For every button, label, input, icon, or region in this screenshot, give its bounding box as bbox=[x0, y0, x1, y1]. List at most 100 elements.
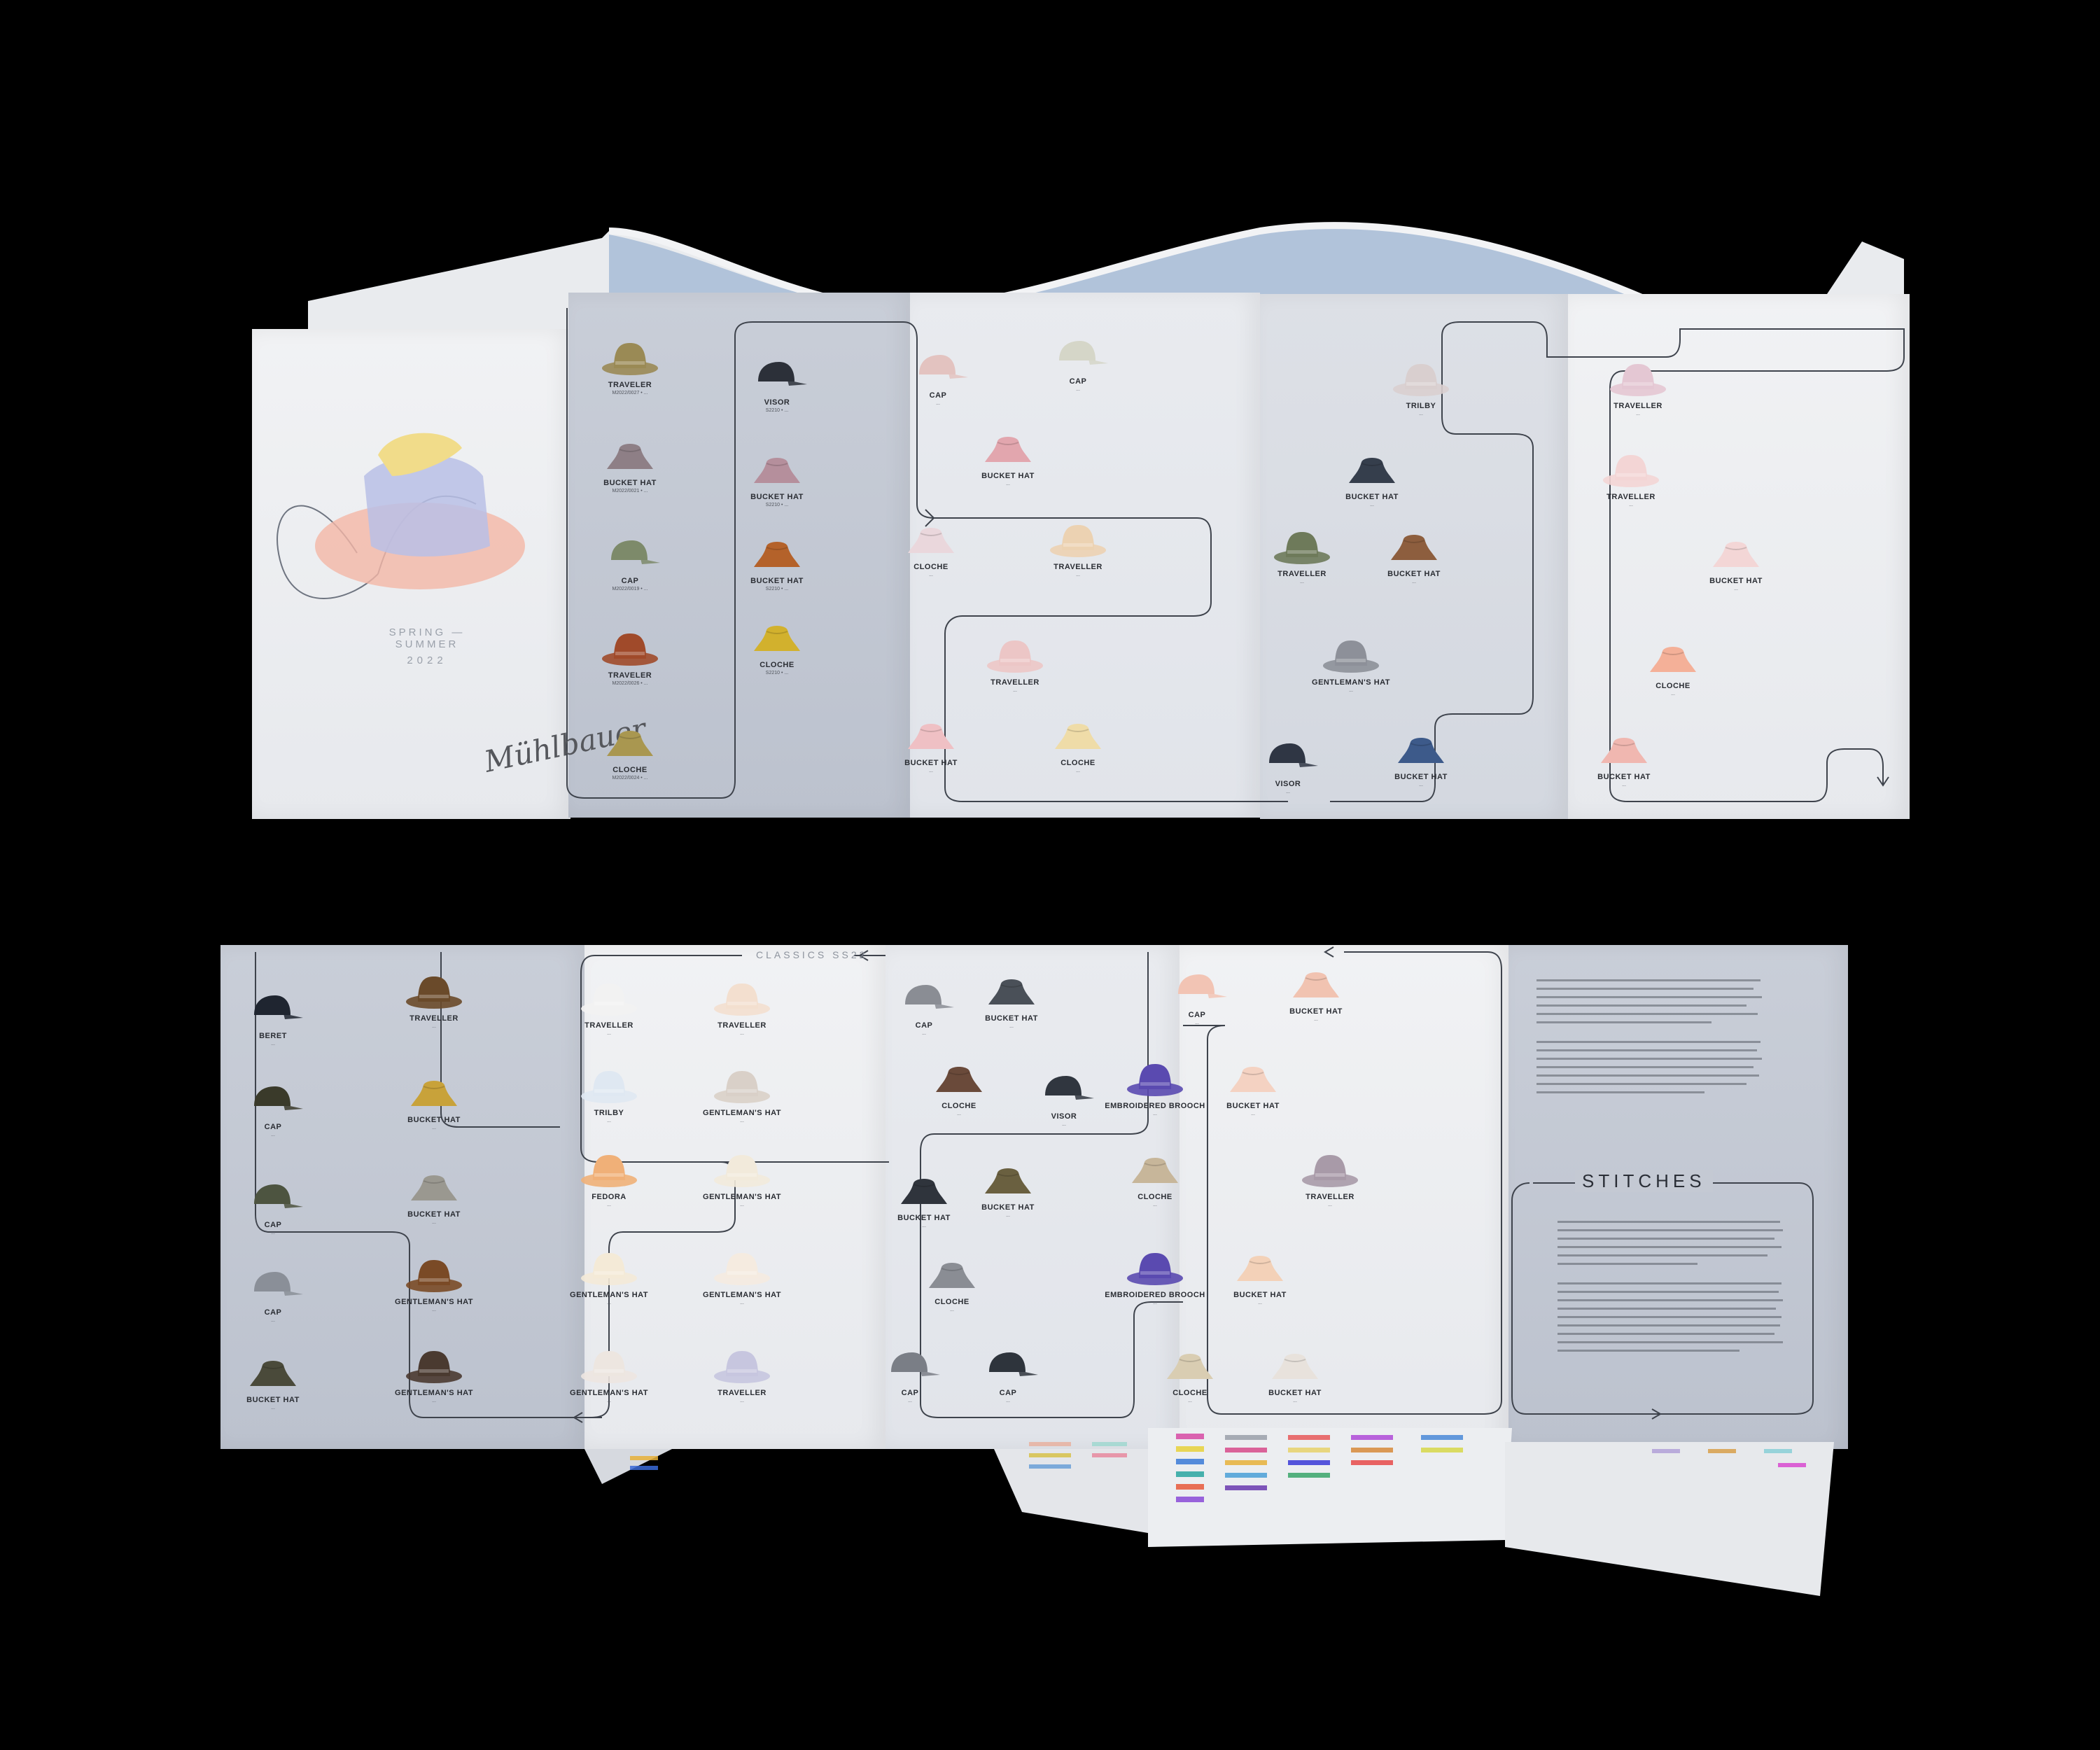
hat-name: GENTLEMAN'S HAT bbox=[703, 1109, 781, 1117]
bottom-hat-illustration bbox=[1045, 1076, 1094, 1100]
hat-name: BUCKET HAT bbox=[407, 1116, 461, 1124]
hat-name: BUCKET HAT bbox=[985, 1014, 1038, 1023]
bottom-hat-illustration bbox=[1127, 1253, 1183, 1285]
hat-code: ... bbox=[740, 1301, 744, 1306]
hat-name: TRAVELLER bbox=[718, 1389, 766, 1397]
bottom-hat-illustration bbox=[581, 1071, 637, 1103]
hat-name: BUCKET HAT bbox=[1226, 1102, 1280, 1110]
hat-name: TRILBY bbox=[594, 1109, 624, 1117]
photo-stage: SPRING — SUMMER 2022 Mühlbauer CLASSICS … bbox=[0, 0, 2100, 1750]
hat-code: ... bbox=[607, 1119, 611, 1124]
hat-code: ... bbox=[432, 1220, 436, 1225]
bottom-hat-item: BUCKET HAT... bbox=[206, 1351, 340, 1410]
hat-name: BUCKET HAT bbox=[1233, 1291, 1287, 1299]
bottom-hat-illustration bbox=[988, 979, 1035, 1004]
bottom-hat-item: CAP... bbox=[206, 1264, 340, 1323]
hat-code: ... bbox=[1153, 1203, 1157, 1208]
bottom-hat-item: BUCKET HAT... bbox=[1194, 1246, 1326, 1306]
bottom-hat-illustration bbox=[1178, 974, 1227, 998]
hat-name: BUCKET HAT bbox=[981, 1203, 1035, 1212]
bottom-hat-illustration bbox=[254, 1272, 303, 1296]
hat-code: ... bbox=[1009, 1024, 1014, 1029]
bottom-hat-item: BUCKET HAT... bbox=[941, 1158, 1074, 1218]
bottom-hat-item: GENTLEMAN'S HAT... bbox=[542, 1246, 676, 1306]
bottom-hat-item: CAP... bbox=[206, 1078, 340, 1138]
bottom-hat-illustration bbox=[406, 976, 462, 1009]
hat-name: CAP bbox=[264, 1123, 282, 1131]
hat-code: ... bbox=[1006, 1213, 1010, 1218]
hat-code: ... bbox=[1006, 1399, 1010, 1404]
bottom-hat-item: TRAVELLER... bbox=[676, 1344, 808, 1404]
bottom-hat-item: BUCKET HAT... bbox=[1228, 1344, 1362, 1404]
hat-name: CAP bbox=[1188, 1011, 1206, 1019]
bottom-hat-grid: BERET... CAP... CAP... CAP... BUCKET HAT… bbox=[0, 0, 2100, 1750]
hat-code: ... bbox=[740, 1399, 744, 1404]
hat-code: ... bbox=[432, 1308, 436, 1312]
bottom-hat-item: CAP... bbox=[206, 1176, 340, 1236]
bottom-hat-illustration bbox=[985, 1168, 1031, 1194]
hat-name: TRAVELLER bbox=[410, 1014, 458, 1023]
hat-code: ... bbox=[432, 1126, 436, 1130]
bottom-hat-illustration bbox=[989, 1352, 1038, 1376]
hat-code: ... bbox=[740, 1119, 744, 1124]
bottom-hat-illustration bbox=[714, 1071, 770, 1103]
bottom-hat-item: BERET... bbox=[206, 987, 340, 1046]
bottom-hat-item: FEDORA... bbox=[542, 1148, 676, 1208]
hat-name: GENTLEMAN'S HAT bbox=[395, 1389, 473, 1397]
hat-code: ... bbox=[922, 1031, 926, 1036]
hat-code: ... bbox=[1251, 1112, 1255, 1116]
hat-name: TRAVELLER bbox=[584, 1021, 634, 1030]
bottom-hat-item: GENTLEMAN'S HAT... bbox=[676, 1064, 808, 1124]
hat-code: ... bbox=[432, 1399, 436, 1404]
bottom-hat-illustration bbox=[714, 1253, 770, 1285]
hat-name: BERET bbox=[259, 1032, 287, 1040]
hat-code: ... bbox=[271, 1231, 275, 1236]
bottom-hat-item: TRILBY... bbox=[542, 1064, 676, 1124]
hat-name: CLOCHE bbox=[934, 1298, 969, 1306]
hat-name: GENTLEMAN'S HAT bbox=[570, 1389, 648, 1397]
bottom-hat-illustration bbox=[250, 1361, 296, 1386]
hat-code: ... bbox=[1062, 1122, 1066, 1127]
bottom-hat-item: TRAVELLER... bbox=[542, 976, 676, 1036]
hat-code: ... bbox=[950, 1308, 954, 1312]
bottom-hat-illustration bbox=[254, 1086, 303, 1110]
bottom-hat-illustration bbox=[581, 1351, 637, 1383]
bottom-hat-item: CAP... bbox=[1130, 966, 1264, 1026]
bottom-hat-item: GENTLEMAN'S HAT... bbox=[368, 1253, 500, 1312]
bottom-hat-illustration bbox=[929, 1263, 975, 1288]
bottom-hat-illustration bbox=[714, 1351, 770, 1383]
hat-code: ... bbox=[1328, 1203, 1332, 1208]
hat-name: GENTLEMAN'S HAT bbox=[703, 1291, 781, 1299]
bottom-hat-item: BUCKET HAT... bbox=[1186, 1057, 1320, 1116]
bottom-hat-illustration bbox=[411, 1175, 457, 1200]
hat-name: BUCKET HAT bbox=[407, 1210, 461, 1219]
hat-name: BUCKET HAT bbox=[1289, 1007, 1343, 1016]
hat-code: ... bbox=[607, 1301, 611, 1306]
bottom-hat-item: BUCKET HAT... bbox=[368, 1071, 500, 1130]
bottom-hat-illustration bbox=[406, 1260, 462, 1292]
bottom-hat-item: TRAVELLER... bbox=[676, 976, 808, 1036]
hat-name: GENTLEMAN'S HAT bbox=[703, 1193, 781, 1201]
bottom-hat-illustration bbox=[1272, 1354, 1318, 1379]
bottom-hat-item: TRAVELLER... bbox=[368, 969, 500, 1029]
hat-name: CAP bbox=[999, 1389, 1017, 1397]
hat-code: ... bbox=[740, 1031, 744, 1036]
bottom-hat-item: BUCKET HAT... bbox=[945, 969, 1078, 1029]
bottom-hat-illustration bbox=[1230, 1067, 1276, 1092]
bottom-hat-illustration bbox=[1237, 1256, 1283, 1281]
hat-name: BUCKET HAT bbox=[246, 1396, 300, 1404]
bottom-hat-illustration bbox=[891, 1352, 940, 1376]
hat-code: ... bbox=[607, 1399, 611, 1404]
bottom-hat-illustration bbox=[1132, 1158, 1178, 1183]
hat-name: CAP bbox=[264, 1221, 282, 1229]
hat-code: ... bbox=[271, 1318, 275, 1323]
hat-code: ... bbox=[1258, 1301, 1262, 1306]
bottom-hat-illustration bbox=[581, 1253, 637, 1285]
hat-name: BUCKET HAT bbox=[1268, 1389, 1322, 1397]
bottom-hat-item: BUCKET HAT... bbox=[1250, 962, 1382, 1022]
bottom-hat-item: GENTLEMAN'S HAT... bbox=[368, 1344, 500, 1404]
hat-code: ... bbox=[607, 1031, 611, 1036]
bottom-hat-illustration bbox=[1127, 1064, 1183, 1096]
hat-code: ... bbox=[740, 1203, 744, 1208]
hat-name: CAP bbox=[264, 1308, 282, 1317]
